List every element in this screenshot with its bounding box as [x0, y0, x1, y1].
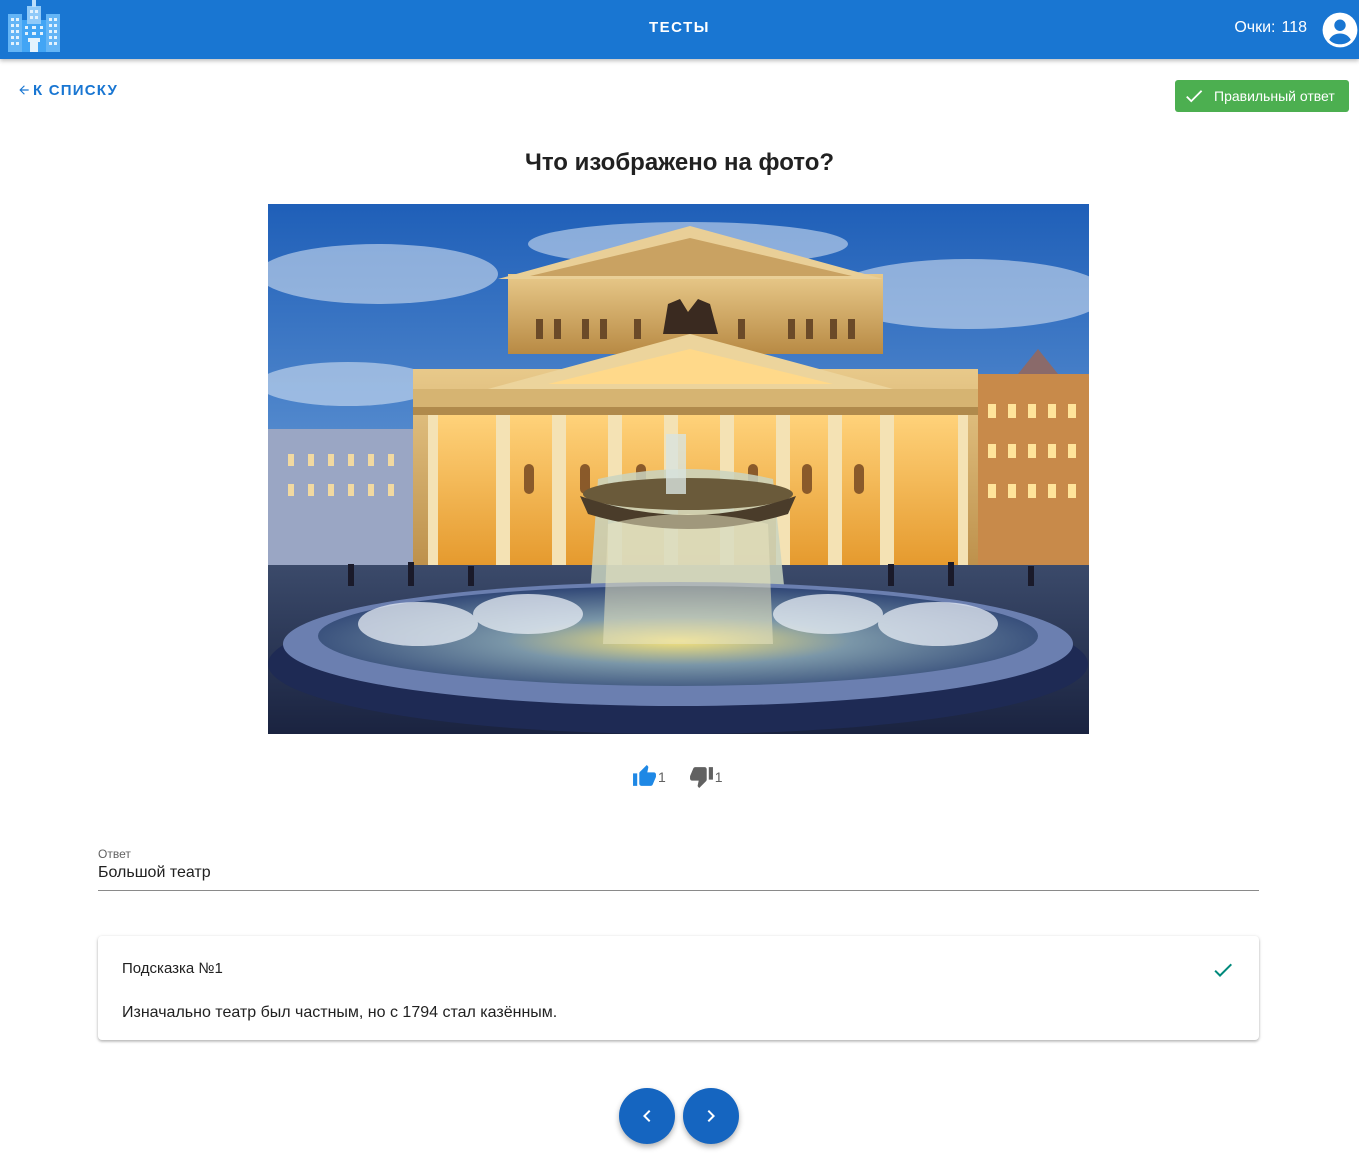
- account-circle-icon[interactable]: [1321, 11, 1359, 49]
- check-icon: [1214, 963, 1232, 977]
- hint-title: Подсказка №1: [122, 960, 223, 977]
- score-value: 118: [1281, 19, 1307, 36]
- next-question-button[interactable]: [683, 1088, 739, 1144]
- chevron-right-icon: [707, 1110, 715, 1122]
- back-link-label: К СПИСКУ: [33, 81, 119, 99]
- hint-card: Подсказка №1 Изначально театр был частны…: [98, 936, 1259, 1040]
- previous-question-button[interactable]: [619, 1088, 675, 1144]
- back-to-list-link[interactable]: К СПИСКУ: [17, 80, 118, 100]
- badge-label: Правильный ответ: [1214, 88, 1335, 104]
- question-title: Что изображено на фото?: [524, 149, 835, 176]
- vote-bar: 1 1: [632, 762, 723, 790]
- correct-answer-badge: Правильный ответ: [1175, 80, 1349, 112]
- chevron-left-icon: [643, 1110, 651, 1122]
- like-button[interactable]: 1: [632, 764, 666, 789]
- arrow-left-icon: [19, 85, 29, 95]
- check-icon: [1186, 90, 1203, 103]
- like-count: 1: [658, 769, 666, 785]
- dislike-button[interactable]: 1: [689, 764, 723, 789]
- hint-text: Изначально театр был частным, но с 1794 …: [122, 1004, 558, 1021]
- page-title: ТЕСТЫ: [649, 19, 710, 36]
- answer-input[interactable]: [98, 864, 1259, 882]
- answer-field: Ответ: [98, 846, 1259, 891]
- answer-label: Ответ: [98, 847, 131, 861]
- thumb-down-icon: [689, 766, 713, 788]
- dislike-count: 1: [714, 769, 723, 785]
- score-label: Очки:: [1234, 19, 1276, 36]
- thumb-up-icon: [633, 764, 656, 786]
- question-photo: [268, 204, 1089, 734]
- score-display: Очки: 118: [1234, 19, 1307, 37]
- app-bar: ТЕСТЫ Очки: 118: [0, 0, 1359, 59]
